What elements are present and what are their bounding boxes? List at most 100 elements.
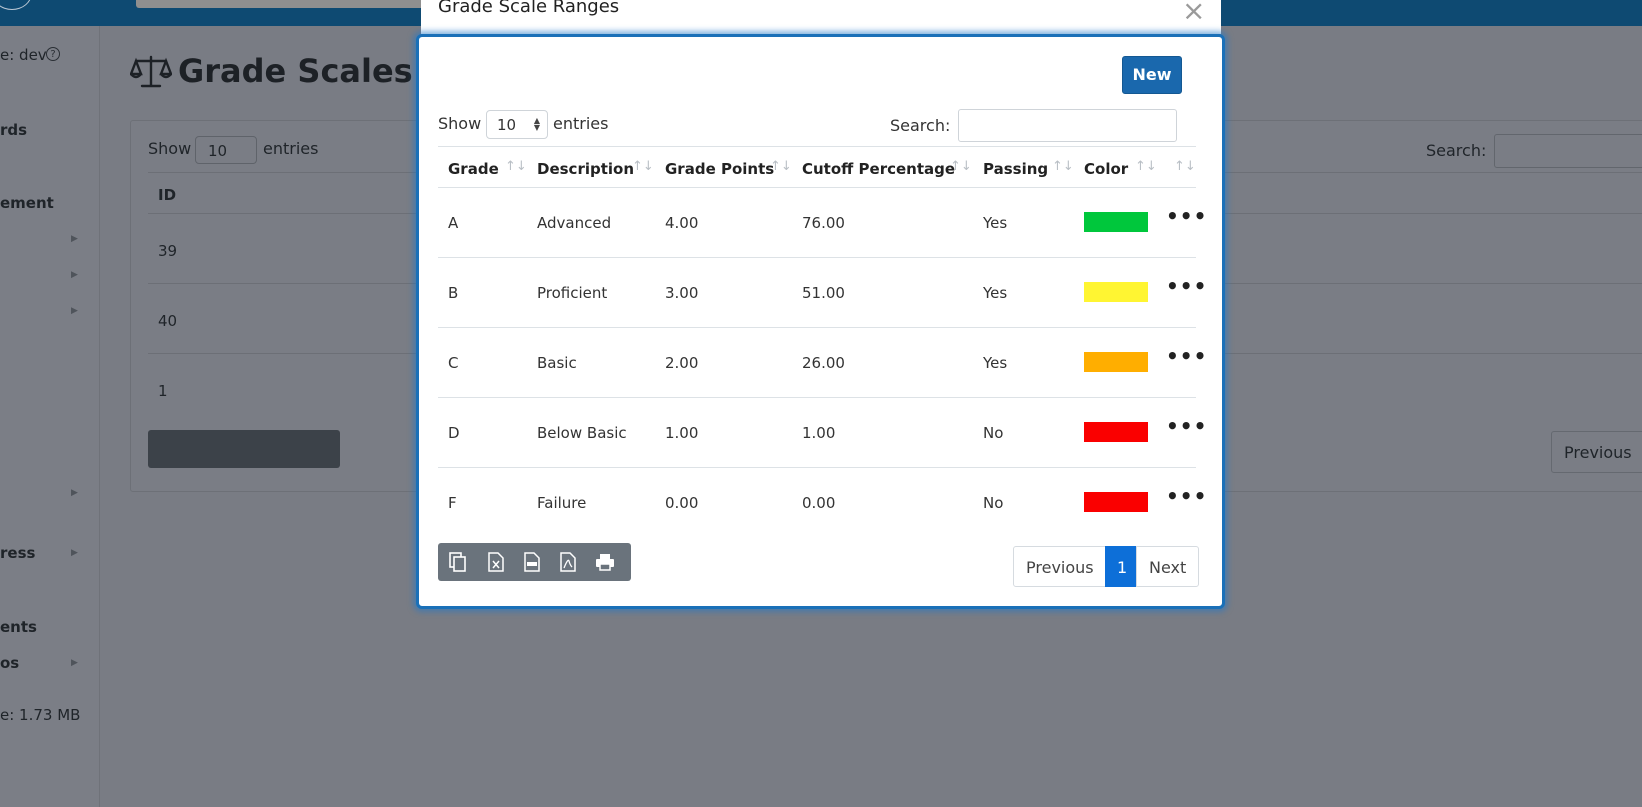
excel-icon[interactable] [487, 552, 505, 572]
table-row: C Basic 2.00 26.00 Yes ••• [438, 328, 1206, 398]
csv-icon[interactable] [523, 552, 541, 572]
chevron-right-icon[interactable]: ▶ [71, 306, 78, 316]
column-header-grade[interactable]: Grade [448, 160, 499, 178]
sort-icon[interactable]: ↑↓ [632, 159, 654, 174]
cell-grade: A [448, 214, 459, 232]
table-row: B Proficient 3.00 51.00 Yes ••• [438, 258, 1206, 328]
previous-page-button[interactable]: Previous [1013, 546, 1107, 587]
page-size-value: 10 [208, 142, 228, 160]
color-swatch [1084, 282, 1148, 302]
color-swatch [1084, 422, 1148, 442]
modal-title: Grade Scale Ranges [438, 0, 620, 17]
sidebar-item-management[interactable]: ement [0, 194, 54, 212]
next-page-button[interactable]: Next [1136, 546, 1200, 587]
sidebar-storage-label: e: 1.73 MB [0, 706, 81, 724]
table-cell-id: 40 [158, 312, 178, 330]
help-icon[interactable]: ? [46, 47, 60, 61]
page-size-select[interactable]: 10 [195, 136, 257, 164]
previous-page-button[interactable]: Previous [1551, 431, 1642, 473]
global-search-input[interactable] [136, 0, 426, 8]
column-header-grade-points[interactable]: Grade Points [665, 160, 774, 178]
row-actions-button[interactable]: ••• [1166, 274, 1207, 298]
chevron-right-icon[interactable]: ▶ [71, 488, 78, 498]
row-actions-button[interactable]: ••• [1166, 414, 1207, 438]
cell-passing: Yes [983, 214, 1008, 232]
column-header-description[interactable]: Description [537, 160, 634, 178]
sort-icon[interactable]: ↑↓ [1174, 159, 1196, 174]
cell-passing: Yes [983, 284, 1008, 302]
cell-passing: Yes [983, 354, 1008, 372]
table-cell-id: 39 [158, 242, 178, 260]
table-row: D Below Basic 1.00 1.00 No ••• [438, 398, 1206, 468]
column-header-color[interactable]: Color [1084, 160, 1128, 178]
row-actions-button[interactable]: ••• [1166, 484, 1207, 508]
cell-grade: D [448, 424, 460, 442]
page-size-value: 10 [497, 116, 517, 134]
table-row: F Failure 0.00 0.00 No ••• [438, 468, 1206, 538]
select-caret-icon: ▲ ▼ [533, 116, 540, 132]
row-actions-button[interactable]: ••• [1166, 204, 1207, 228]
show-label: Show [438, 114, 482, 133]
close-icon[interactable]: × [1182, 0, 1205, 27]
row-actions-button[interactable]: ••• [1166, 344, 1207, 368]
cell-cutoff: 0.00 [802, 494, 836, 512]
cell-cutoff: 76.00 [802, 214, 845, 232]
print-icon[interactable] [595, 552, 615, 572]
sidebar-item-students[interactable]: ents [0, 618, 37, 636]
cell-grade: F [448, 494, 457, 512]
column-header-id[interactable]: ID [158, 186, 176, 204]
page-title: Grade Scales [178, 52, 413, 90]
page-size-select[interactable]: 10 ▲ ▼ [486, 110, 548, 139]
color-swatch [1084, 492, 1148, 512]
table-header: Grade ↑↓ Description ↑↓ Grade Points ↑↓ … [438, 146, 1196, 188]
sort-icon[interactable]: ↑↓ [1135, 159, 1157, 174]
cell-passing: No [983, 424, 1004, 442]
sort-icon[interactable]: ↑↓ [950, 159, 972, 174]
chevron-right-icon[interactable]: ▶ [71, 270, 78, 280]
pdf-icon[interactable] [559, 552, 577, 572]
chevron-right-icon[interactable]: ▶ [71, 234, 78, 244]
sort-icon[interactable]: ↑↓ [1052, 159, 1074, 174]
cell-description: Proficient [537, 284, 608, 302]
column-header-passing[interactable]: Passing [983, 160, 1048, 178]
entries-label: entries [553, 114, 609, 133]
export-toolbar [148, 430, 340, 468]
copy-icon[interactable] [449, 552, 467, 572]
sidebar-item-groups[interactable]: os [0, 654, 19, 672]
new-range-button[interactable]: New [1122, 56, 1182, 94]
cell-description: Below Basic [537, 424, 627, 442]
sort-icon[interactable]: ↑↓ [770, 159, 792, 174]
cell-grade-points: 4.00 [665, 214, 699, 232]
cell-grade-points: 1.00 [665, 424, 699, 442]
search-input[interactable] [1494, 134, 1642, 168]
cell-description: Basic [537, 354, 577, 372]
cell-cutoff: 51.00 [802, 284, 845, 302]
cell-grade-points: 2.00 [665, 354, 699, 372]
cell-cutoff: 26.00 [802, 354, 845, 372]
sidebar-item-progress[interactable]: ress [0, 544, 35, 562]
cell-passing: No [983, 494, 1004, 512]
search-label: Search: [890, 116, 951, 135]
color-swatch [1084, 212, 1148, 232]
cell-grade: C [448, 354, 459, 372]
color-swatch [1084, 352, 1148, 372]
chevron-right-icon[interactable]: ▶ [71, 548, 78, 558]
table-cell-id: 1 [158, 382, 168, 400]
table-row: A Advanced 4.00 76.00 Yes ••• [438, 188, 1206, 258]
search-input[interactable] [958, 109, 1177, 142]
entries-label: entries [263, 139, 319, 158]
search-label: Search: [1426, 141, 1487, 160]
show-label: Show [148, 139, 192, 158]
sidebar-environment-label: e: dev [0, 46, 47, 64]
user-avatar[interactable] [0, 0, 32, 10]
page-1-button[interactable]: 1 [1105, 546, 1140, 587]
sidebar-item-dashboards[interactable]: rds [0, 121, 27, 139]
sort-icon[interactable]: ↑↓ [505, 159, 527, 174]
export-toolbar [438, 543, 631, 581]
cell-cutoff: 1.00 [802, 424, 836, 442]
chevron-right-icon[interactable]: ▶ [71, 658, 78, 668]
cell-grade: B [448, 284, 459, 302]
column-header-cutoff-percentage[interactable]: Cutoff Percentage [802, 160, 955, 178]
cell-description: Advanced [537, 214, 612, 232]
cell-description: Failure [537, 494, 587, 512]
